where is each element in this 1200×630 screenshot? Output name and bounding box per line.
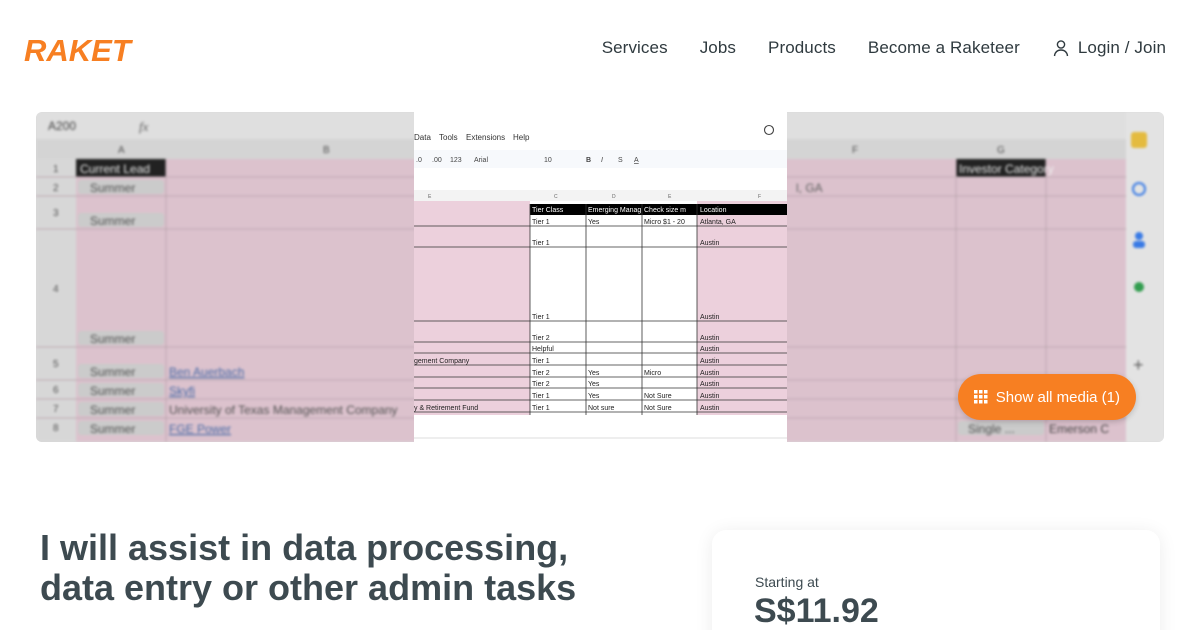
gig-title-line-2: data entry or other admin tasks <box>40 567 577 608</box>
svg-text:gement Company: gement Company <box>414 358 470 365</box>
svg-text:Tier 1: Tier 1 <box>532 314 550 321</box>
svg-text:I: I <box>601 157 603 164</box>
show-all-media-label: Show all media (1) <box>995 388 1120 406</box>
raket-logo[interactable]: RAKET <box>24 33 160 67</box>
svg-text:Tools: Tools <box>439 133 458 142</box>
svg-text:Tier 2: Tier 2 <box>532 335 550 342</box>
pricing-card: Starting at S$11.92 <box>712 530 1160 630</box>
svg-text:Austin: Austin <box>700 240 720 247</box>
svg-text:Location: Location <box>700 207 727 214</box>
svg-text:Yes: Yes <box>588 219 600 226</box>
show-all-media-button[interactable]: Show all media (1) <box>957 374 1136 420</box>
svg-text:Emerging Manag: Emerging Manag <box>588 207 641 214</box>
site-header: RAKET Services Jobs Products Become a Ra… <box>0 0 1200 100</box>
svg-text:123: 123 <box>450 157 462 164</box>
svg-text:Data: Data <box>414 133 431 142</box>
svg-text:Yes: Yes <box>588 370 600 377</box>
user-icon <box>1053 40 1069 57</box>
nav-services[interactable]: Services <box>602 38 668 58</box>
svg-text:Not Sure: Not Sure <box>644 393 672 400</box>
svg-text:Tier 1: Tier 1 <box>532 219 550 226</box>
gig-title-line-1: I will assist in data processing, <box>40 527 569 568</box>
grid-icon <box>973 390 988 404</box>
svg-text:y & Retirement Fund: y & Retirement Fund <box>414 405 478 412</box>
svg-text:Extensions: Extensions <box>466 133 505 142</box>
svg-text:Yes: Yes <box>588 381 600 388</box>
svg-text:Austin: Austin <box>700 314 720 321</box>
svg-text:Austin: Austin <box>700 381 720 388</box>
svg-text:Tier Class: Tier Class <box>532 207 564 214</box>
svg-text:Help: Help <box>513 133 530 142</box>
price-value: S$11.92 <box>754 592 879 630</box>
svg-text:Not sure: Not sure <box>588 405 615 412</box>
svg-text:.0: .0 <box>416 157 422 164</box>
starting-at-label: Starting at <box>755 574 819 590</box>
svg-text:A: A <box>634 157 639 164</box>
svg-text:Micro: Micro <box>644 370 661 377</box>
spreadsheet-screenshot: Data Tools Extensions Help .0 .00 123 Ar… <box>414 112 787 442</box>
nav-become-raketeer[interactable]: Become a Raketeer <box>868 38 1020 58</box>
svg-text:Not Sure: Not Sure <box>644 405 672 412</box>
nav-jobs[interactable]: Jobs <box>700 38 736 58</box>
login-join-link[interactable]: Login / Join <box>1052 38 1166 58</box>
svg-text:B: B <box>586 157 591 164</box>
svg-text:.00: .00 <box>432 157 442 164</box>
svg-text:D: D <box>612 194 616 200</box>
svg-text:Austin: Austin <box>700 370 720 377</box>
gig-title: I will assist in data processing, data e… <box>40 528 640 608</box>
svg-text:Helpful: Helpful <box>532 346 554 353</box>
svg-text:Tier 2: Tier 2 <box>532 381 550 388</box>
svg-text:F: F <box>758 194 761 200</box>
main-nav: Services Jobs Products Become a Raketeer… <box>602 38 1166 58</box>
svg-text:Austin: Austin <box>700 346 720 353</box>
svg-text:Tier 2: Tier 2 <box>532 370 550 377</box>
svg-text:Tier 1: Tier 1 <box>532 393 550 400</box>
svg-text:Arial: Arial <box>474 157 488 164</box>
svg-text:Tier 1: Tier 1 <box>532 240 550 247</box>
svg-text:Austin: Austin <box>700 335 720 342</box>
svg-text:Austin: Austin <box>700 405 720 412</box>
svg-text:Austin: Austin <box>700 393 720 400</box>
svg-text:S: S <box>618 157 623 164</box>
svg-text:Micro $1 - 20: Micro $1 - 20 <box>644 219 685 226</box>
login-label: Login / Join <box>1077 38 1166 57</box>
gig-media-gallery[interactable]: A200 fx A B F G Current Lead Investor Ca… <box>36 112 1164 442</box>
svg-text:10: 10 <box>544 157 552 164</box>
svg-text:Check size m: Check size m <box>644 207 686 214</box>
svg-text:Tier 1: Tier 1 <box>532 405 550 412</box>
svg-text:C: C <box>554 194 558 200</box>
nav-products[interactable]: Products <box>768 38 836 58</box>
svg-text:Tier 1: Tier 1 <box>532 358 550 365</box>
logo-text: RAKET <box>24 33 134 67</box>
svg-text:Atlanta, GA: Atlanta, GA <box>700 219 736 226</box>
svg-text:Austin: Austin <box>700 358 720 365</box>
svg-text:Yes: Yes <box>588 393 600 400</box>
